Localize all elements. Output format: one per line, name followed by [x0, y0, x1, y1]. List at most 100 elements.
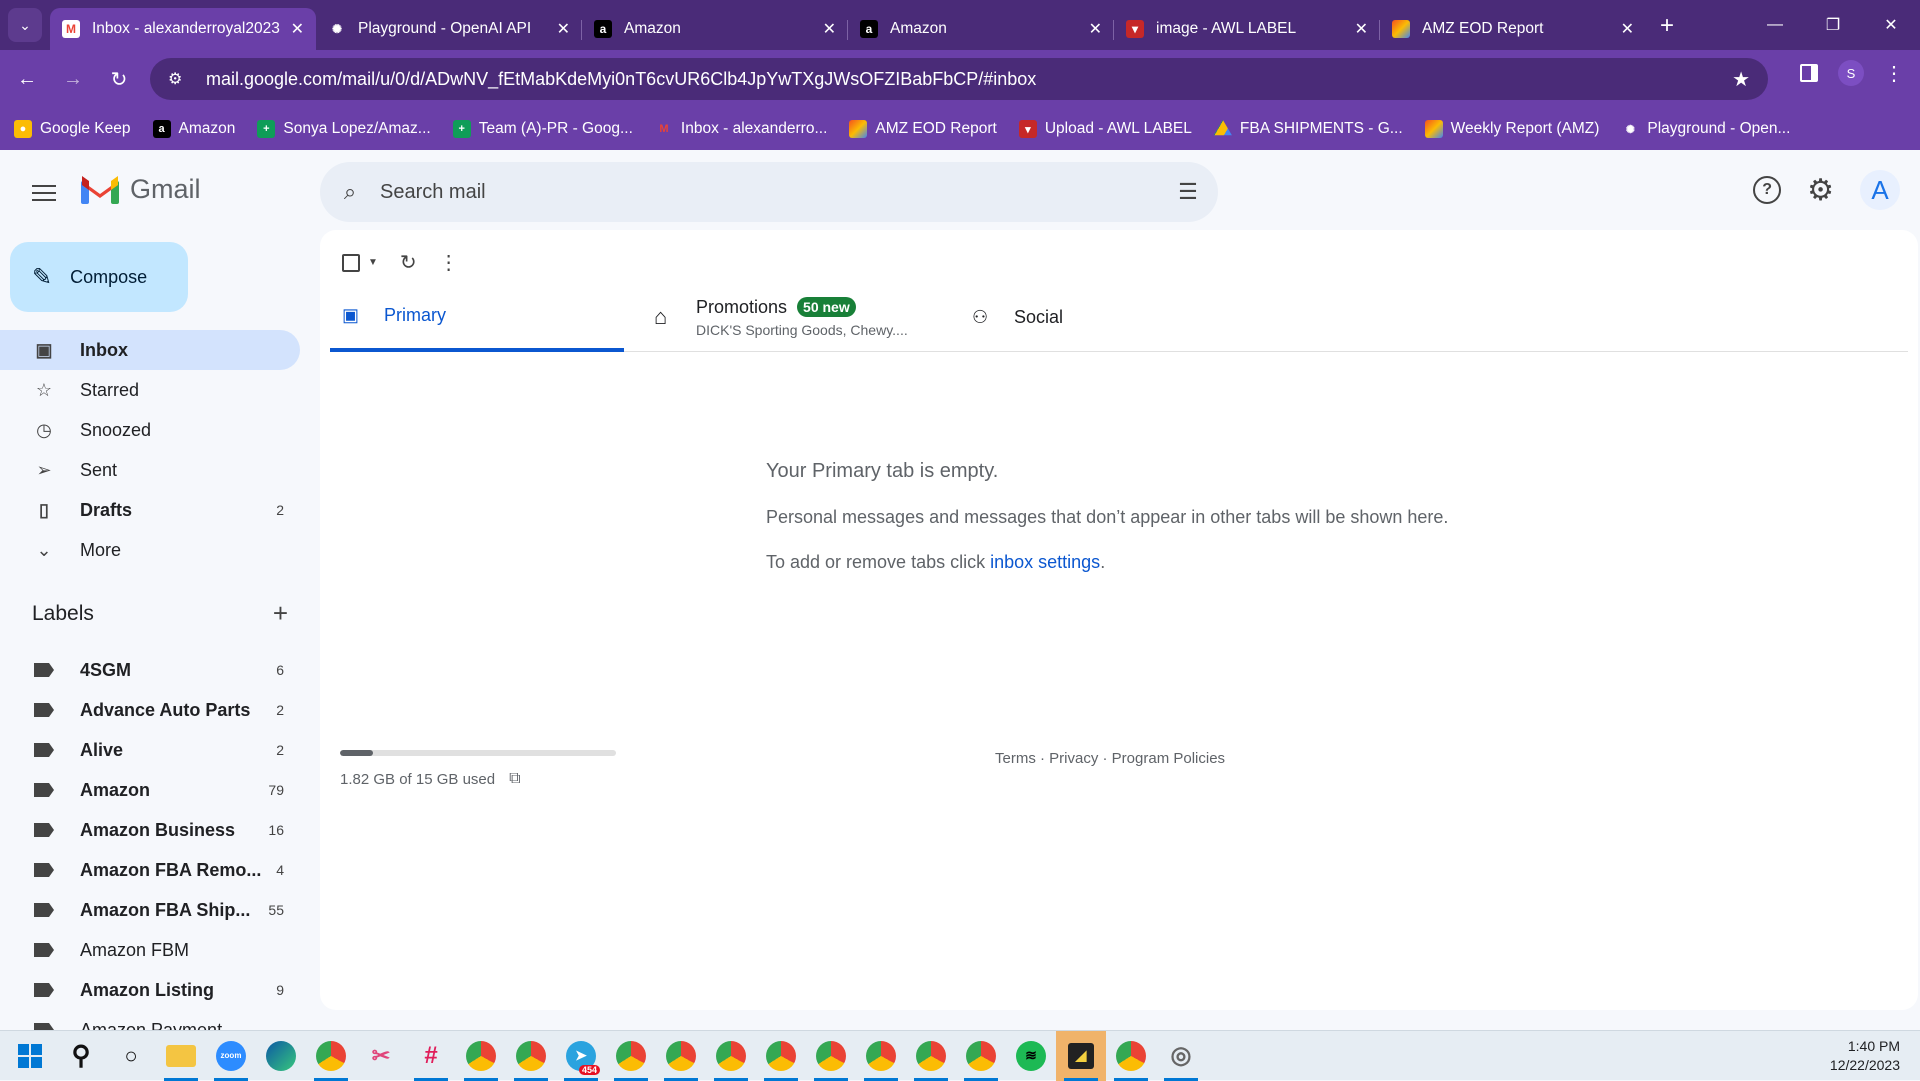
spotify-icon[interactable]: ≋: [1006, 1031, 1056, 1081]
label-item[interactable]: Amazon FBM: [0, 930, 300, 970]
bookmark-item[interactable]: + Team (A)-PR - Goog...: [452, 120, 633, 138]
browser-tab[interactable]: ▾ image - AWL LABEL ✕: [1114, 8, 1380, 50]
account-avatar[interactable]: A: [1860, 170, 1900, 210]
browser-tab[interactable]: ✺ Playground - OpenAI API ✕: [316, 8, 582, 50]
chrome-profile-icon[interactable]: [456, 1031, 506, 1081]
chrome-profile-icon[interactable]: [756, 1031, 806, 1081]
close-icon[interactable]: ✕: [823, 19, 836, 39]
search-bar[interactable]: ⌕ Search mail ☰: [320, 162, 1218, 222]
close-icon[interactable]: ✕: [1355, 19, 1368, 39]
podcast-icon[interactable]: ◎: [1156, 1031, 1206, 1081]
label-item[interactable]: Amazon FBA Ship... 55: [0, 890, 300, 930]
nav-item-snoozed[interactable]: ◷ Snoozed: [0, 410, 300, 450]
main-menu-icon[interactable]: [32, 180, 56, 206]
nav-item-drafts[interactable]: ▯ Drafts 2: [0, 490, 300, 530]
nav-item-more[interactable]: ⌄ More: [0, 530, 300, 570]
chrome-profile-icon[interactable]: [806, 1031, 856, 1081]
chrome-profile-icon[interactable]: [606, 1031, 656, 1081]
tab-promotions[interactable]: ⌂ Promotions 50 new DICK'S Sporting Good…: [654, 282, 908, 352]
browser-menu-icon[interactable]: ⋮: [1884, 61, 1904, 86]
search-input[interactable]: Search mail: [380, 181, 1158, 204]
browser-tab[interactable]: a Amazon ✕: [582, 8, 848, 50]
chrome-profile-icon[interactable]: [506, 1031, 556, 1081]
inbox-settings-link[interactable]: inbox settings: [990, 552, 1100, 572]
tab-social[interactable]: ⚇ Social: [972, 282, 1063, 352]
reload-icon[interactable]: ↻: [100, 60, 138, 98]
select-all-checkbox[interactable]: [342, 253, 360, 272]
windows-start-icon[interactable]: [18, 1043, 42, 1068]
help-icon[interactable]: ?: [1753, 176, 1782, 204]
tab-search-button[interactable]: ⌄: [8, 8, 42, 42]
label-item[interactable]: Amazon 79: [0, 770, 300, 810]
bookmark-item[interactable]: M Inbox - alexanderro...: [655, 120, 827, 138]
add-label-icon[interactable]: +: [273, 598, 288, 629]
label-name: 4SGM: [80, 659, 132, 680]
search-options-icon[interactable]: ☰: [1158, 179, 1218, 205]
label-item[interactable]: Alive 2: [0, 730, 300, 770]
back-icon[interactable]: ←: [8, 60, 46, 98]
bookmark-item[interactable]: a Amazon: [152, 120, 235, 138]
tab-primary[interactable]: ▣ Primary: [330, 282, 624, 352]
site-info-icon[interactable]: ⚙: [168, 69, 192, 89]
file-explorer-icon[interactable]: [156, 1031, 206, 1081]
restore-icon[interactable]: ❐: [1804, 0, 1862, 50]
bookmark-item[interactable]: Weekly Report (AMZ): [1424, 120, 1599, 138]
bookmark-star-icon[interactable]: ★: [1732, 67, 1750, 92]
profile-avatar[interactable]: S: [1838, 60, 1864, 86]
label-item[interactable]: 4SGM 6: [0, 650, 300, 690]
open-external-icon[interactable]: ⧉: [509, 770, 520, 788]
chrome-profile-icon[interactable]: [856, 1031, 906, 1081]
label-item[interactable]: Amazon Business 16: [0, 810, 300, 850]
nav-item-sent[interactable]: ➢ Sent: [0, 450, 300, 490]
telegram-icon[interactable]: ➤ 454: [556, 1031, 606, 1081]
close-window-icon[interactable]: ✕: [1862, 0, 1920, 50]
forward-icon[interactable]: →: [54, 60, 92, 98]
chrome-profile-icon[interactable]: [906, 1031, 956, 1081]
nav-item-starred[interactable]: ☆ Starred: [0, 370, 300, 410]
chrome-profile-icon[interactable]: [656, 1031, 706, 1081]
chrome-profile-icon[interactable]: [956, 1031, 1006, 1081]
compose-button[interactable]: ✎ Compose: [10, 242, 188, 312]
search-icon[interactable]: ⚲: [56, 1031, 106, 1081]
more-options-icon[interactable]: ⋮: [439, 250, 459, 275]
minimize-icon[interactable]: —: [1746, 0, 1804, 50]
label-item[interactable]: Advance Auto Parts 2: [0, 690, 300, 730]
close-icon[interactable]: ✕: [557, 19, 570, 39]
bookmark-item[interactable]: ● Google Keep: [14, 120, 131, 138]
task-view-icon[interactable]: ○: [106, 1031, 156, 1081]
chrome-profile-icon[interactable]: [706, 1031, 756, 1081]
side-panel-icon[interactable]: [1800, 64, 1818, 82]
zoom-icon[interactable]: zoom: [206, 1031, 256, 1081]
bookmark-item[interactable]: ▾ Upload - AWL LABEL: [1018, 120, 1192, 138]
browser-tab[interactable]: M Inbox - alexanderroyal2023 ✕: [50, 8, 316, 50]
settings-gear-icon[interactable]: ⚙: [1807, 173, 1834, 208]
bookmark-item[interactable]: FBA SHIPMENTS - G...: [1213, 120, 1403, 138]
chrome-profile-icon[interactable]: [1106, 1031, 1156, 1081]
label-item[interactable]: Amazon FBA Remo... 4: [0, 850, 300, 890]
bookmark-item[interactable]: + Sonya Lopez/Amaz...: [257, 120, 431, 138]
chrome-icon[interactable]: [306, 1031, 356, 1081]
browser-tab[interactable]: AMZ EOD Report ✕: [1380, 8, 1646, 50]
new-tab-button[interactable]: +: [1660, 12, 1674, 40]
system-clock[interactable]: 1:40 PM 12/22/2023: [1830, 1037, 1900, 1075]
search-icon[interactable]: ⌕: [320, 179, 380, 205]
bookmark-item[interactable]: ✺ Playground - Open...: [1621, 120, 1791, 138]
label-icon: [34, 743, 54, 757]
snipping-tool-icon[interactable]: ✂: [356, 1031, 406, 1081]
edge-icon[interactable]: [256, 1031, 306, 1081]
gmail-logo[interactable]: Gmail: [80, 174, 201, 205]
refresh-icon[interactable]: ↻: [400, 250, 417, 275]
sticky-notes-icon[interactable]: ◢: [1056, 1030, 1106, 1081]
browser-tab[interactable]: a Amazon ✕: [848, 8, 1114, 50]
footer-links[interactable]: Terms · Privacy · Program Policies: [995, 750, 1225, 767]
close-icon[interactable]: ✕: [1089, 19, 1102, 39]
close-icon[interactable]: ✕: [1621, 19, 1634, 39]
label-item[interactable]: Amazon Listing 9: [0, 970, 300, 1010]
close-icon[interactable]: ✕: [291, 19, 304, 39]
label-item[interactable]: Amazon Payment: [0, 1010, 300, 1030]
nav-item-inbox[interactable]: ▣ Inbox: [0, 330, 300, 370]
bookmark-item[interactable]: AMZ EOD Report: [849, 120, 997, 138]
select-dropdown-icon[interactable]: ▼: [368, 257, 378, 268]
slack-icon[interactable]: #: [406, 1031, 456, 1081]
address-bar[interactable]: ⚙ mail.google.com/mail/u/0/d/ADwNV_fEtMa…: [150, 58, 1768, 100]
